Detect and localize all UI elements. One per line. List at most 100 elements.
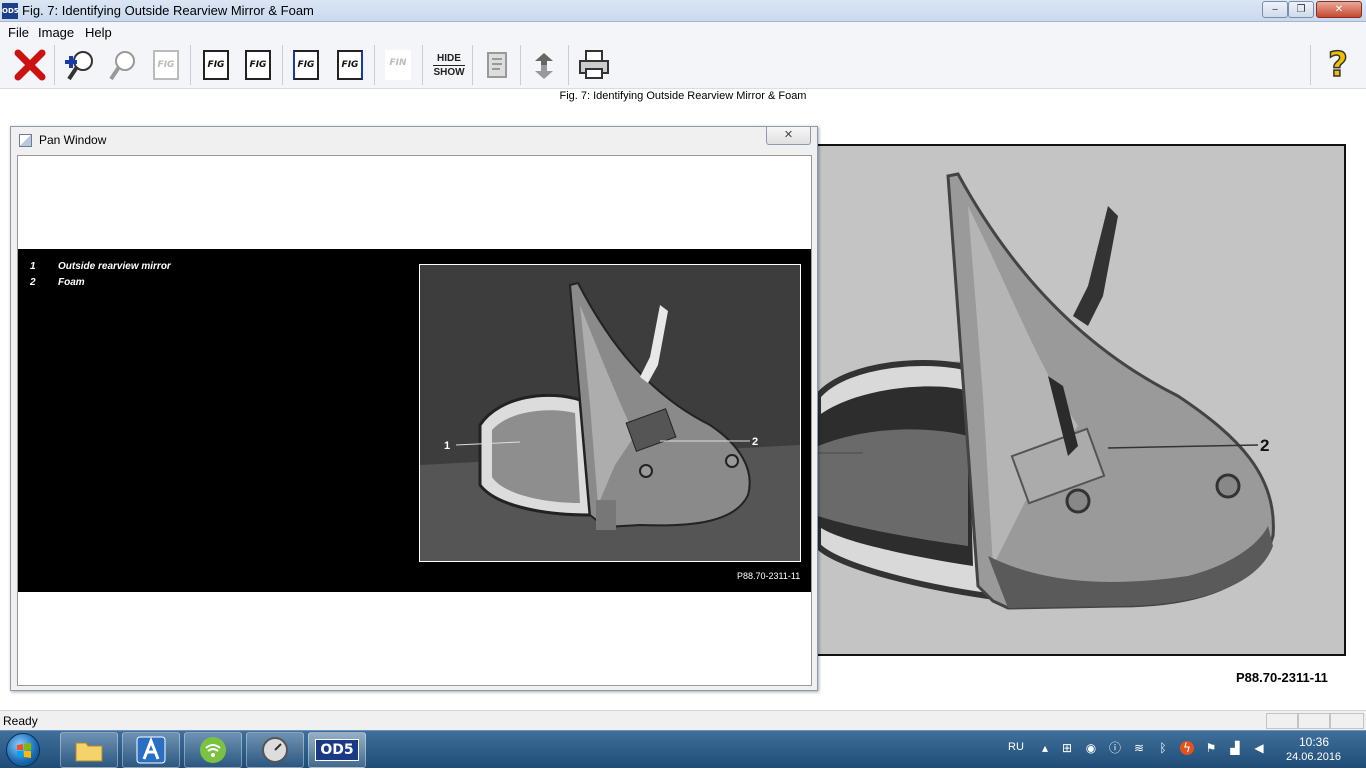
maximize-button[interactable]: ❐	[1288, 1, 1314, 18]
tray-info-icon[interactable]: ⓘ	[1108, 741, 1122, 755]
taskbar-od5[interactable]: OD5	[308, 732, 366, 768]
notes-button[interactable]	[477, 45, 517, 85]
figure-list-button[interactable]: FIG	[196, 45, 236, 85]
mirror-photo: 2	[818, 146, 1344, 654]
tray-up-arrow-icon[interactable]: ▴	[1038, 741, 1052, 755]
zoom-in-icon	[65, 51, 93, 81]
legend-text: Foam	[58, 277, 85, 288]
toolbar-separator	[282, 45, 283, 85]
close-document-button[interactable]	[10, 45, 50, 85]
clock-date[interactable]: 24.06.2016	[1286, 751, 1341, 763]
menu-bar: File Image Help	[0, 22, 1366, 41]
toolbar-separator	[472, 45, 473, 85]
zoom-in-button[interactable]	[60, 45, 100, 85]
help-question-icon: ?	[1327, 44, 1348, 86]
toolbar-separator	[54, 45, 55, 85]
menu-image[interactable]: Image	[38, 25, 74, 40]
toolbar-separator	[520, 45, 521, 85]
windows-logo-icon	[17, 743, 31, 758]
language-indicator[interactable]: RU	[1008, 741, 1024, 753]
notepad-icon	[487, 52, 507, 78]
a-logo-icon	[136, 736, 166, 764]
toolbar-separator	[568, 45, 569, 85]
print-button[interactable]	[574, 45, 614, 85]
gauge-icon	[262, 737, 288, 763]
figure-id: P88.70-2311-11	[1236, 670, 1328, 685]
next-figure-button[interactable]: FIG	[330, 45, 370, 85]
find-button[interactable]: FIN	[378, 45, 418, 85]
wifi-icon	[200, 737, 226, 763]
fig-prev-icon: FIG	[293, 50, 319, 80]
od5-logo-icon: OD5	[315, 739, 359, 761]
callout-1: 1	[444, 440, 450, 452]
clock-time[interactable]: 10:36	[1299, 735, 1329, 749]
pan-figure-overview[interactable]: 1 Outside rearview mirror 2 Foam 1 2 P88…	[18, 249, 811, 592]
toolbar-separator	[190, 45, 191, 85]
figure-caption: Fig. 7: Identifying Outside Rearview Mir…	[559, 90, 807, 102]
find-icon: FIN	[385, 50, 411, 80]
figure-select-button[interactable]: FIG	[238, 45, 278, 85]
tray-wifi-icon[interactable]: ◉	[1084, 741, 1098, 755]
pan-window-icon	[19, 134, 32, 147]
status-panel	[1266, 713, 1298, 729]
pan-figure-id: P88.70-2311-11	[737, 571, 801, 581]
menu-file[interactable]: File	[8, 25, 29, 40]
tray-bluetooth-icon[interactable]: ᛒ	[1156, 741, 1170, 755]
legend-text: Outside rearview mirror	[58, 261, 171, 272]
zoom-out-button[interactable]	[102, 45, 142, 85]
status-text: Ready	[3, 714, 38, 728]
toolbar-separator	[422, 45, 423, 85]
start-button[interactable]	[6, 733, 40, 767]
status-panel	[1330, 713, 1364, 729]
mirror-thumbnail: 1 2	[420, 265, 800, 561]
tray-windows-icon[interactable]: ⊞	[1060, 741, 1074, 755]
pan-window-title: Pan Window	[39, 133, 107, 147]
red-x-icon	[14, 49, 46, 81]
show-label: SHOW	[433, 66, 465, 78]
printer-icon	[579, 50, 609, 79]
taskbar-wifi-app[interactable]	[184, 732, 242, 768]
hide-label: HIDE	[433, 52, 465, 66]
callout-2: 2	[1260, 436, 1269, 455]
refresh-button[interactable]	[524, 45, 564, 85]
taskbar-app-a[interactable]	[122, 732, 180, 768]
tray-flag-icon[interactable]: ⚑	[1204, 741, 1218, 755]
fig-next-icon: FIG	[337, 50, 363, 80]
status-bar: Ready	[0, 710, 1366, 730]
fig-list-icon: FIG	[203, 50, 229, 80]
previous-figure-button[interactable]: FIG	[286, 45, 326, 85]
fit-figure-button[interactable]: FIG	[146, 45, 186, 85]
main-figure-image[interactable]: 2	[818, 144, 1346, 656]
tray-network-icon[interactable]: ≋	[1132, 741, 1146, 755]
pan-window-content[interactable]: 1 Outside rearview mirror 2 Foam 1 2 P88…	[17, 155, 812, 686]
menu-help[interactable]: Help	[85, 25, 112, 40]
fig-icon: FIG	[153, 50, 179, 80]
status-panel	[1298, 713, 1330, 729]
taskbar: OD5 RU ▴ ⊞ ◉ ⓘ ≋ ᛒ ϟ ⚑ ▟ ◀ 10:36 24.06.2…	[0, 730, 1366, 768]
toolbar: FIG FIG FIG FIG FIG FIN HIDE SHOW ?	[0, 41, 1366, 89]
help-button[interactable]: ?	[1318, 44, 1358, 86]
pan-window-close-button[interactable]: ✕	[766, 127, 811, 145]
pan-window[interactable]: Pan Window ✕ 1 Outside rearview mirror 2…	[10, 126, 818, 691]
tray-volume-icon[interactable]: ◀	[1252, 741, 1266, 755]
fig-hand-icon: FIG	[245, 50, 271, 80]
toolbar-separator	[1310, 45, 1311, 85]
zoom-out-icon	[109, 51, 135, 81]
minimize-button[interactable]: ‒	[1262, 1, 1288, 18]
app-icon: OD5	[2, 3, 19, 19]
taskbar-clock-app[interactable]	[246, 732, 304, 768]
tray-power-icon[interactable]: ϟ	[1180, 741, 1194, 755]
callout-2: 2	[752, 436, 758, 448]
toolbar-separator	[374, 45, 375, 85]
pan-thumbnail-photo: 1 2	[419, 264, 801, 562]
window-title: Fig. 7: Identifying Outside Rearview Mir…	[22, 3, 314, 18]
hide-show-label: HIDE SHOW	[433, 52, 465, 79]
title-bar: OD5 Fig. 7: Identifying Outside Rearview…	[0, 0, 1366, 22]
legend-number: 2	[30, 277, 36, 288]
folder-icon	[75, 742, 103, 762]
taskbar-explorer[interactable]	[60, 732, 118, 768]
close-window-button[interactable]: ✕	[1316, 1, 1362, 18]
hide-show-button[interactable]: HIDE SHOW	[429, 45, 469, 85]
tray-signal-icon[interactable]: ▟	[1228, 741, 1242, 755]
refresh-icon	[535, 53, 553, 79]
